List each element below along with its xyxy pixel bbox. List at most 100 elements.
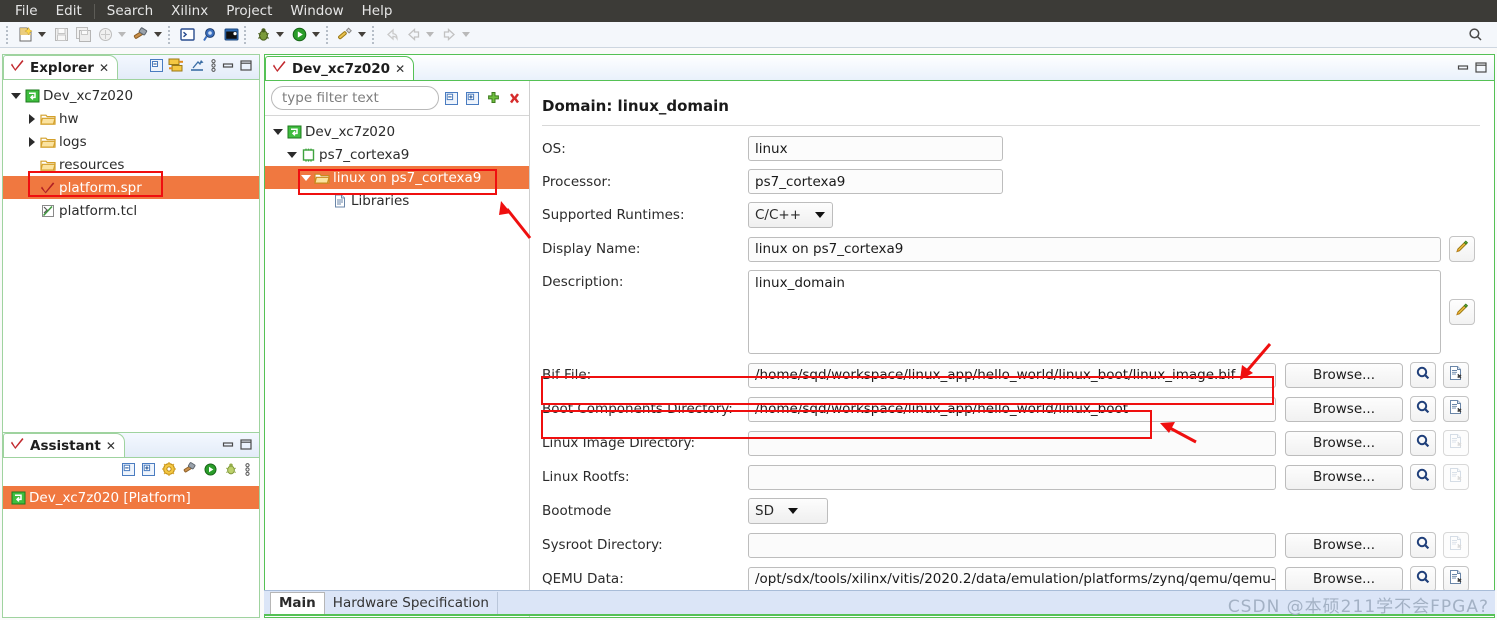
linux-rootfs-browse-button[interactable]: Browse...	[1285, 465, 1403, 490]
maximize-icon[interactable]	[239, 438, 253, 455]
view-menu-icon[interactable]	[244, 462, 251, 481]
menu-item-project[interactable]: Project	[217, 1, 281, 21]
twisty-expanded-icon[interactable]	[271, 129, 285, 135]
close-icon[interactable]: ✕	[99, 61, 109, 75]
boot-components-search-button[interactable]	[1410, 396, 1436, 422]
tree-item-logs[interactable]: logs	[3, 130, 259, 153]
menu-item-search[interactable]: Search	[98, 1, 162, 21]
os-input[interactable]: linux	[748, 136, 1003, 161]
minimize-icon[interactable]	[1456, 61, 1470, 78]
expand-all-icon[interactable]	[141, 462, 156, 481]
display-name-edit-button[interactable]	[1449, 236, 1475, 262]
tab-assistant[interactable]: Assistant ✕	[3, 433, 125, 457]
boot-components-directory-input[interactable]: /home/sqd/workspace/linux_app/hello_worl…	[748, 397, 1276, 422]
supported-runtimes-select[interactable]: C/C++	[748, 202, 833, 228]
tree-item-resources[interactable]: resources	[3, 153, 259, 176]
view-menu-icon[interactable]	[210, 58, 217, 77]
run-dropdown-arrow[interactable]	[310, 25, 321, 45]
assistant-item-platform[interactable]: Dev_xc7z020 [Platform]	[3, 486, 259, 509]
linux-rootfs-search-button[interactable]	[1410, 464, 1436, 490]
toolbar-grip[interactable]	[6, 26, 10, 44]
bif-file-browse-button[interactable]: Browse...	[1285, 363, 1403, 388]
delete-icon[interactable]	[506, 90, 523, 107]
minimize-icon[interactable]	[221, 59, 235, 76]
qemu-data-clear-button[interactable]	[1443, 566, 1469, 592]
close-icon[interactable]: ✕	[106, 439, 116, 453]
tree-item-dev-xc7z020[interactable]: Dev_xc7z020	[3, 84, 259, 107]
expand-all-icon[interactable]	[464, 90, 481, 107]
new-file-icon[interactable]	[15, 25, 35, 45]
menu-item-file[interactable]: File	[6, 1, 47, 21]
tree-item-dev-xc7z020[interactable]: Dev_xc7z020	[265, 120, 529, 143]
filter-input[interactable]: type filter text	[271, 86, 439, 110]
toolbar-grip-2[interactable]	[168, 26, 172, 44]
collapse-all-icon[interactable]	[443, 90, 460, 107]
bootmode-select[interactable]: SD	[748, 498, 828, 524]
collapse-all-icon[interactable]	[149, 58, 164, 77]
description-textarea[interactable]: linux_domain	[748, 270, 1441, 354]
linux-image-directory-browse-button[interactable]: Browse...	[1285, 431, 1403, 456]
tree-item-ps7-cortexa9[interactable]: ps7_cortexa9	[265, 143, 529, 166]
menu-item-xilinx[interactable]: Xilinx	[162, 1, 217, 21]
debug-dropdown-arrow[interactable]	[274, 25, 285, 45]
terminal-icon[interactable]	[177, 25, 197, 45]
bif-file-input[interactable]: /home/sqd/workspace/linux_app/hello_worl…	[748, 363, 1276, 388]
menu-item-window[interactable]: Window	[281, 1, 352, 21]
new-file-dropdown-arrow[interactable]	[36, 25, 47, 45]
twisty-expanded-icon[interactable]	[299, 175, 313, 181]
tree-item-linux-domain[interactable]: linux on ps7_cortexa9	[265, 166, 529, 189]
bif-file-clear-button[interactable]	[1443, 362, 1469, 388]
run-icon[interactable]	[203, 462, 218, 481]
build-hammer-icon[interactable]	[182, 461, 198, 481]
toolbar-grip-4[interactable]	[326, 26, 330, 44]
debug-icon[interactable]	[223, 461, 239, 481]
search-icon[interactable]	[1465, 25, 1485, 45]
processor-input[interactable]: ps7_cortexa9	[748, 169, 1003, 194]
tab-main[interactable]: Main	[270, 592, 325, 614]
boot-components-clear-button[interactable]	[1443, 396, 1469, 422]
tree-item-hw[interactable]: hw	[3, 107, 259, 130]
build-hammer-icon[interactable]	[131, 25, 151, 45]
forward-dropdown-arrow[interactable]	[460, 25, 471, 45]
back-dropdown-arrow[interactable]	[424, 25, 435, 45]
linux-image-directory-search-button[interactable]	[1410, 430, 1436, 456]
debug-config-icon[interactable]	[199, 25, 219, 45]
qemu-data-browse-button[interactable]: Browse...	[1285, 567, 1403, 592]
bif-file-search-button[interactable]	[1410, 362, 1436, 388]
run-icon[interactable]	[289, 25, 309, 45]
sysroot-directory-input[interactable]	[748, 533, 1276, 558]
close-icon[interactable]: ✕	[395, 62, 405, 76]
build-dropdown-arrow[interactable]	[152, 25, 163, 45]
toolbar-grip-3[interactable]	[244, 26, 248, 44]
twisty-expanded-icon[interactable]	[9, 93, 23, 99]
twisty-expanded-icon[interactable]	[285, 152, 299, 158]
add-icon[interactable]	[485, 90, 502, 107]
tab-explorer[interactable]: Explorer ✕	[3, 55, 118, 79]
twisty-collapsed-icon[interactable]	[25, 114, 39, 124]
tree-item-platform-tcl[interactable]: platform.tcl	[3, 199, 259, 222]
sysroot-directory-search-button[interactable]	[1410, 532, 1436, 558]
tab-hardware-specification[interactable]: Hardware Specification	[325, 592, 498, 614]
minimize-icon[interactable]	[221, 438, 235, 455]
tree-item-platform-spr[interactable]: platform.spr	[3, 176, 259, 199]
maximize-icon[interactable]	[239, 59, 253, 76]
toolbar-grip-5[interactable]	[372, 26, 376, 44]
qemu-data-search-button[interactable]	[1410, 566, 1436, 592]
settings-gear-icon[interactable]	[161, 461, 177, 481]
build-settings-dropdown-arrow[interactable]	[116, 25, 127, 45]
boot-components-browse-button[interactable]: Browse...	[1285, 397, 1403, 422]
linux-image-directory-input[interactable]	[748, 431, 1276, 456]
link-with-editor-icon[interactable]	[168, 58, 185, 77]
tab-dev-xc7z020[interactable]: Dev_xc7z020 ✕	[265, 56, 414, 80]
menu-item-help[interactable]: Help	[353, 1, 402, 21]
menu-item-edit[interactable]: Edit	[47, 1, 91, 21]
debug-bug-icon[interactable]	[253, 25, 273, 45]
description-edit-button[interactable]	[1449, 299, 1475, 325]
display-name-input[interactable]: linux on ps7_cortexa9	[748, 237, 1441, 262]
tree-item-libraries[interactable]: Libraries	[265, 189, 529, 212]
linux-rootfs-input[interactable]	[748, 465, 1276, 490]
program-dropdown-arrow[interactable]	[356, 25, 367, 45]
console-icon[interactable]	[221, 25, 241, 45]
collapse-all-icon[interactable]	[121, 462, 136, 481]
qemu-data-input[interactable]: /opt/sdx/tools/xilinx/vitis/2020.2/data/…	[748, 567, 1276, 592]
